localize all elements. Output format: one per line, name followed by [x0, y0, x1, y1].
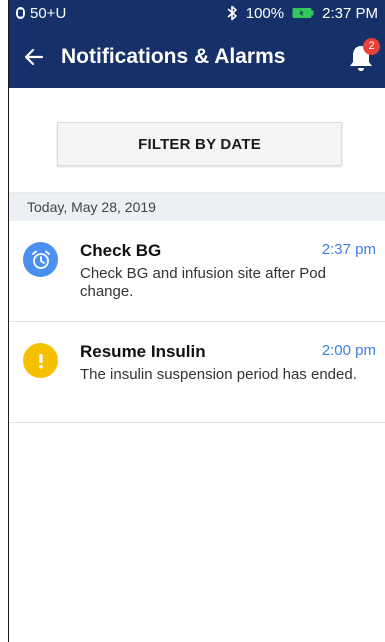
status-left: 50+U	[15, 5, 66, 22]
notification-time: 2:37 pm	[321, 241, 376, 258]
battery-icon	[292, 8, 314, 18]
notification-item[interactable]: Check BG 2:37 pm Check BG and infusion s…	[9, 221, 385, 322]
alarm-clock-icon	[23, 242, 58, 277]
device-screen: 50+U 100% 2:37 PM Notifications & Alarms	[8, 0, 385, 642]
notification-item[interactable]: Resume Insulin 2:00 pm The insulin suspe…	[9, 322, 385, 423]
notification-body: Check BG and infusion site after Pod cha…	[80, 265, 326, 300]
notification-time: 2:00 pm	[321, 342, 376, 359]
filter-by-date-button[interactable]: FILTER BY DATE	[57, 122, 342, 166]
status-right: 100% 2:37 PM	[226, 5, 378, 22]
carrier-label: 50+U	[30, 4, 67, 22]
status-bar: 50+U 100% 2:37 PM	[9, 0, 385, 26]
back-button[interactable]	[9, 26, 59, 88]
date-header: Today, May 28, 2019	[9, 193, 385, 221]
page-title: Notifications & Alarms	[61, 45, 286, 68]
arrow-left-icon	[24, 48, 44, 66]
app-bar: Notifications & Alarms 2	[9, 26, 385, 88]
battery-percent: 100%	[245, 4, 285, 22]
notification-body: The insulin suspension period has ended.	[80, 366, 357, 383]
signal-icon	[16, 7, 25, 19]
status-time: 2:37 PM	[322, 4, 378, 22]
bluetooth-icon	[227, 5, 237, 21]
notification-title: Check BG	[80, 241, 162, 260]
notifications-bell-button[interactable]: 2	[348, 38, 380, 72]
notification-title: Resume Insulin	[80, 342, 206, 361]
exclamation-icon	[23, 343, 58, 378]
notification-badge: 2	[363, 38, 380, 55]
filter-section: FILTER BY DATE	[9, 88, 385, 193]
